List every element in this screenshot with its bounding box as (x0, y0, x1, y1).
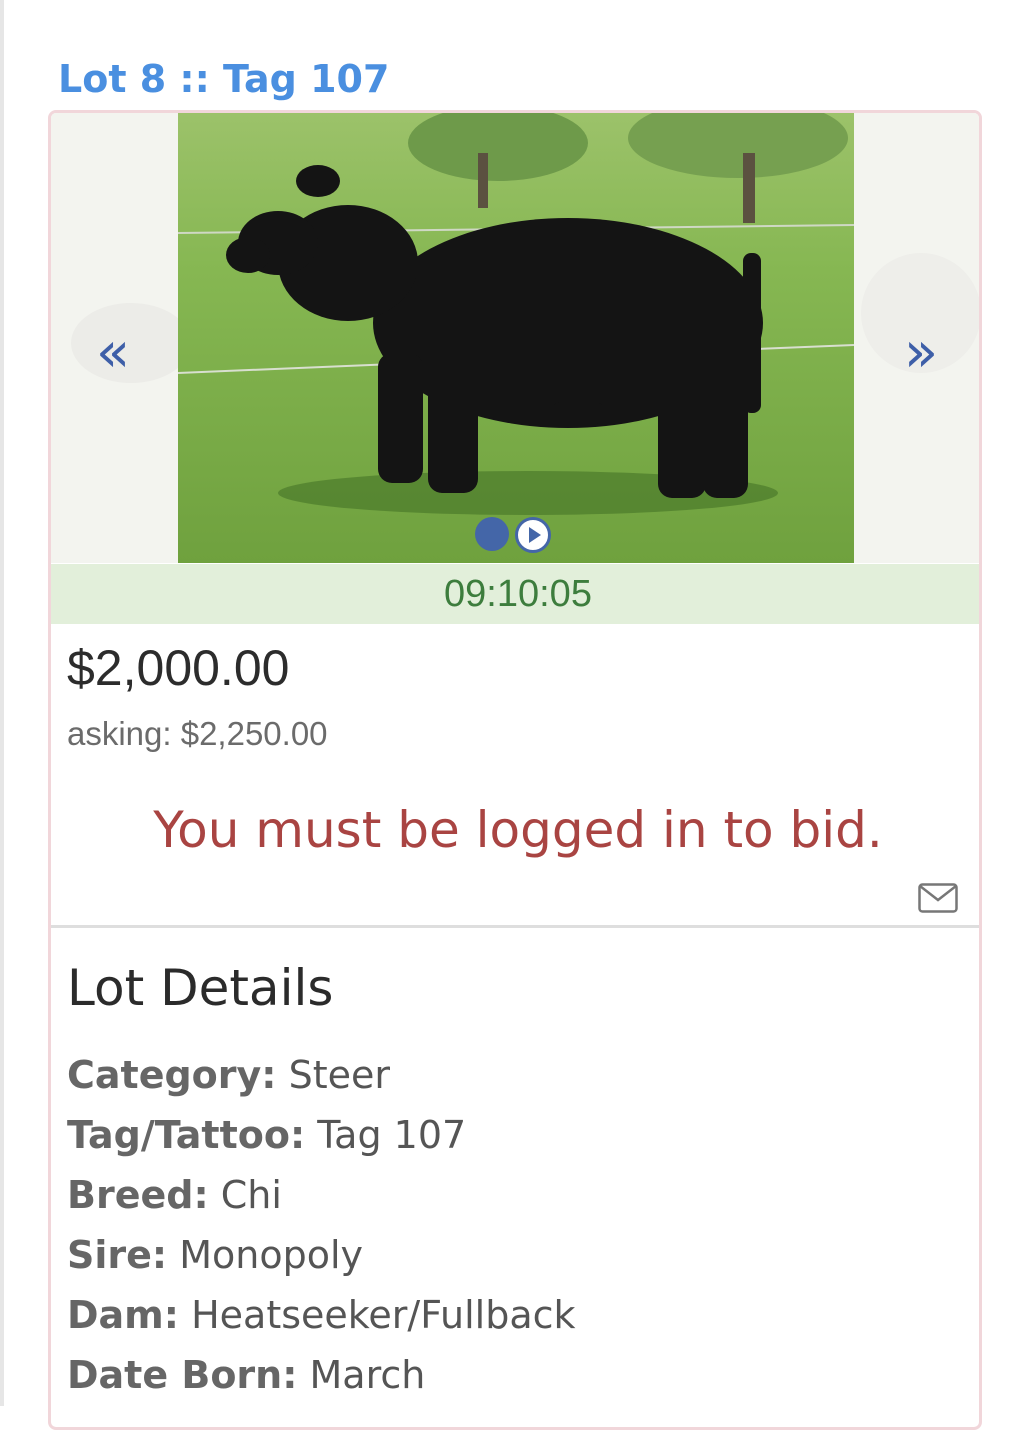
detail-dam: Dam: Heatseeker/Fullback (67, 1285, 576, 1345)
detail-label: Dam: (67, 1293, 179, 1337)
lot-title[interactable]: Lot 8 :: Tag 107 (58, 54, 389, 104)
envelope-icon[interactable] (918, 883, 958, 913)
detail-label: Date Born: (67, 1353, 298, 1397)
lot-details-heading: Lot Details (67, 959, 334, 1017)
detail-value: Heatseeker/Fullback (191, 1293, 576, 1337)
detail-label: Category: (67, 1053, 277, 1097)
login-required-message: You must be logged in to bid. (153, 801, 883, 859)
asking-price: asking: $2,250.00 (67, 715, 328, 752)
next-image-button[interactable]: » (891, 325, 951, 385)
detail-label: Breed: (67, 1173, 209, 1217)
current-bid: $2,000.00 (67, 640, 290, 696)
lot-details-list: Category: Steer Tag/Tattoo: Tag 107 Bree… (67, 1045, 576, 1405)
detail-category: Category: Steer (67, 1045, 576, 1105)
steer-photo-image (178, 113, 854, 563)
detail-date-born: Date Born: March (67, 1345, 576, 1405)
detail-value: Monopoly (179, 1233, 363, 1277)
detail-breed: Breed: Chi (67, 1165, 576, 1225)
lot-photo[interactable] (178, 113, 854, 563)
double-chevron-right-icon: » (903, 320, 939, 385)
section-divider (51, 925, 979, 928)
image-dot[interactable] (475, 517, 509, 551)
countdown-timer: 09:10:05 (51, 564, 979, 624)
detail-sire: Sire: Monopoly (67, 1225, 576, 1285)
detail-value: Steer (288, 1053, 390, 1097)
double-chevron-left-icon: « (95, 320, 131, 385)
page-edge (0, 0, 4, 1406)
lot-card: « » 09:10:05 $2,000.00 asking: $2,250.00… (48, 110, 982, 1430)
video-play-icon[interactable] (515, 517, 551, 553)
detail-label: Tag/Tattoo: (67, 1113, 306, 1157)
previous-image-button[interactable]: « (83, 325, 143, 385)
detail-tag-tattoo: Tag/Tattoo: Tag 107 (67, 1105, 576, 1165)
gallery-pager (475, 517, 551, 553)
detail-value: Tag 107 (317, 1113, 467, 1157)
detail-value: March (309, 1353, 426, 1397)
image-gallery[interactable]: « » (51, 113, 979, 563)
detail-label: Sire: (67, 1233, 168, 1277)
detail-value: Chi (220, 1173, 282, 1217)
